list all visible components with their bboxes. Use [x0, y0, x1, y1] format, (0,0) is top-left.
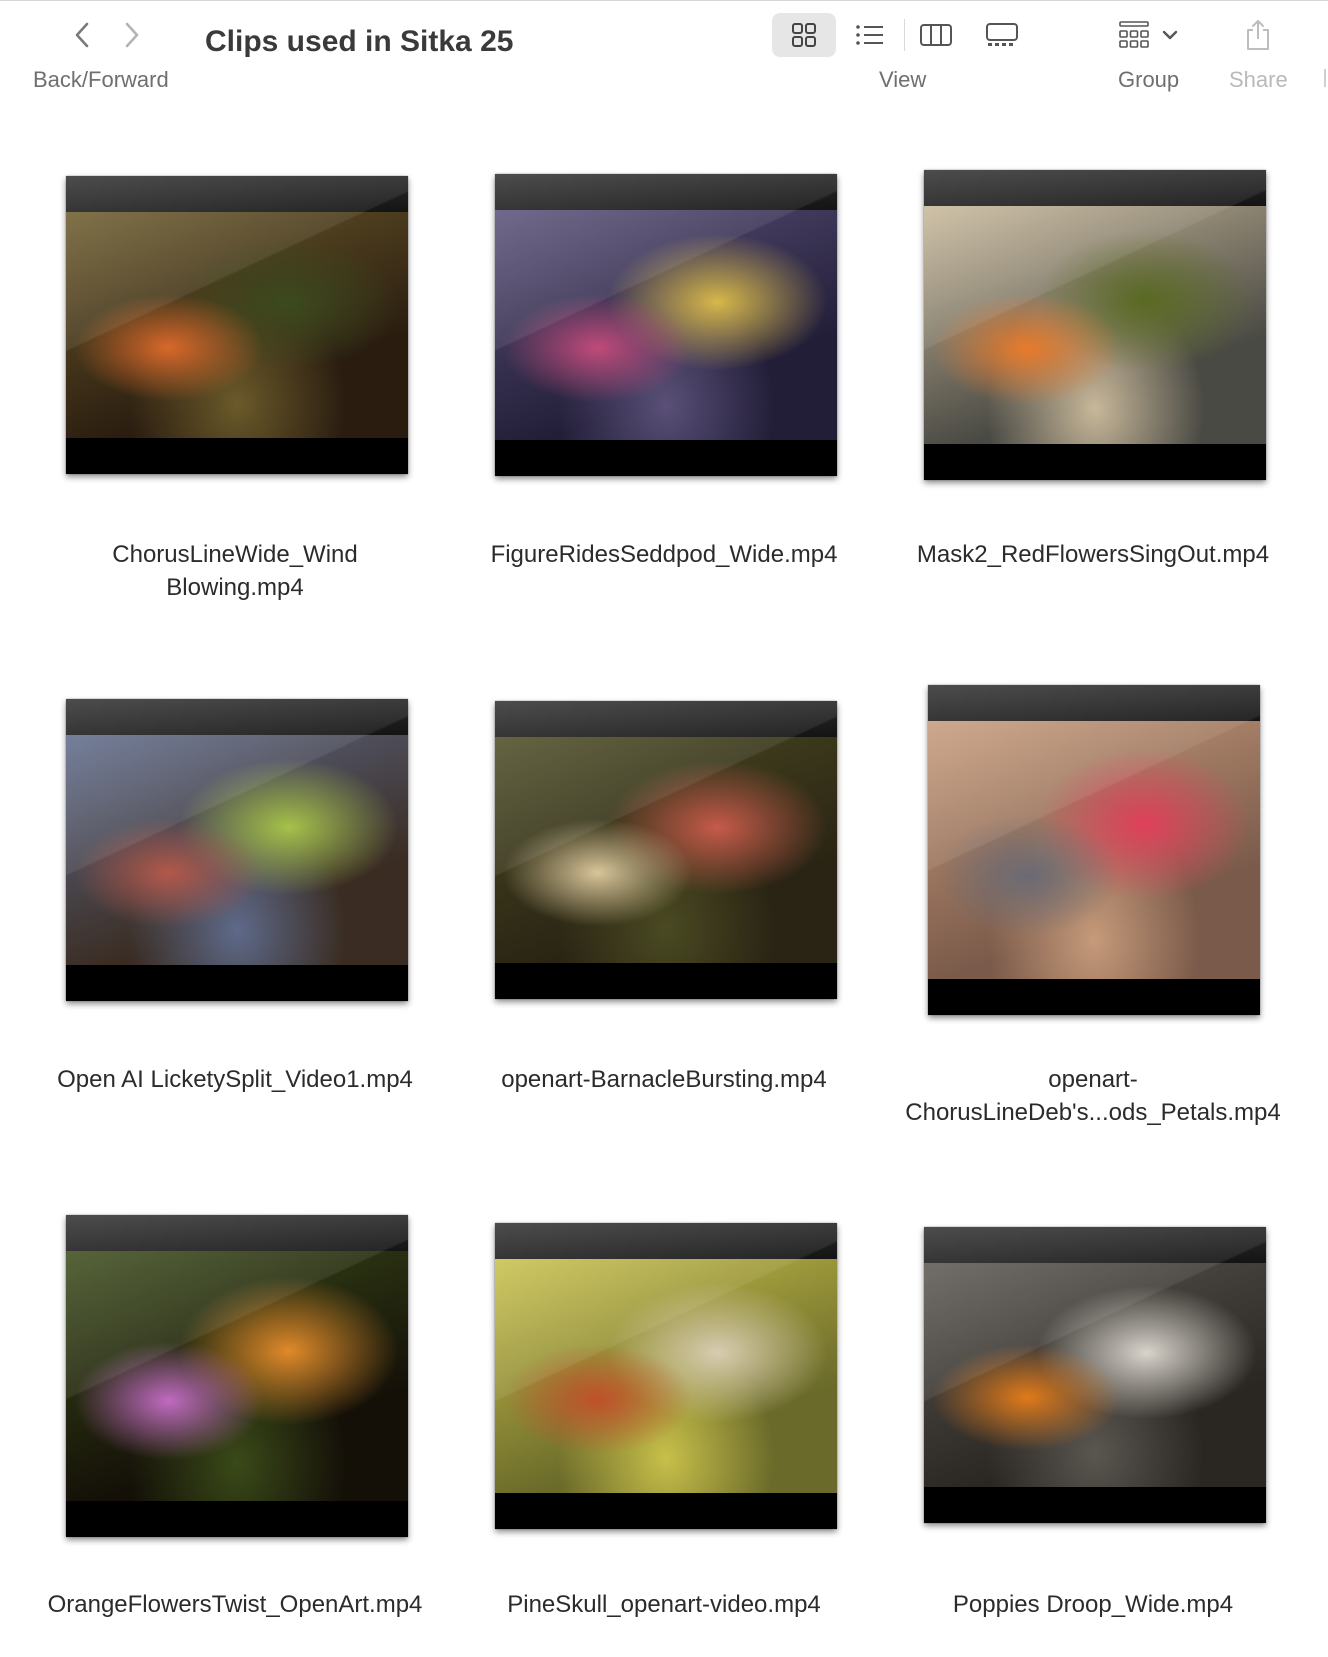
icon-view-button[interactable]: [772, 13, 836, 57]
window-title: Clips used in Sitka 25: [205, 25, 514, 58]
thumbnail-image: [495, 210, 837, 440]
thumbnail-image: [495, 1259, 837, 1493]
file-name[interactable]: openart- ChorusLineDeb's...ods_Petals.mp4: [883, 1063, 1303, 1129]
toolbar: Back/Forward Clips used in Sitka 25 View…: [0, 1, 1328, 121]
file-name-line: Open AI LicketySplit_Video1.mp4: [57, 1066, 413, 1093]
gallery-view-button[interactable]: [970, 13, 1034, 57]
video-thumbnail[interactable]: [495, 1223, 837, 1529]
chevron-right-icon: [125, 22, 139, 48]
finder-window: Back/Forward Clips used in Sitka 25 View…: [0, 0, 1328, 1657]
toolbar-overflow-edge: [1324, 69, 1326, 87]
file-name-line: OrangeFlowersTwist_OpenArt.mp4: [47, 1591, 423, 1618]
letterbox-top: [495, 174, 837, 210]
gallery-icon: [986, 23, 1018, 46]
file-name-line: PineSkull_openart-video.mp4: [507, 1591, 821, 1618]
file-name[interactable]: FigureRidesSeddpod_Wide.mp4: [454, 538, 874, 571]
video-thumbnail[interactable]: [924, 1227, 1266, 1523]
file-name[interactable]: openart-BarnacleBursting.mp4: [454, 1063, 874, 1096]
group-icon: [1119, 21, 1149, 48]
file-name[interactable]: Open AI LicketySplit_Video1.mp4: [25, 1063, 445, 1096]
file-name[interactable]: ChorusLineWide_Wind Blowing.mp4: [25, 538, 445, 604]
forward-button[interactable]: [112, 15, 152, 55]
video-thumbnail[interactable]: [928, 685, 1260, 1015]
group-label: Group: [1118, 67, 1180, 92]
list-icon: [856, 25, 883, 45]
chevron-down-icon: [1162, 30, 1178, 40]
back-forward-label: Back/Forward: [33, 67, 169, 92]
file-name-line: Mask2_RedFlowersSingOut.mp4: [916, 541, 1270, 568]
thumbnail-image: [928, 721, 1260, 979]
letterbox-top: [924, 170, 1266, 206]
thumbnail-image: [924, 206, 1266, 444]
share-button[interactable]: [1236, 13, 1280, 57]
thumbnail-image: [924, 1263, 1266, 1487]
video-thumbnail[interactable]: [495, 174, 837, 476]
video-thumbnail[interactable]: [66, 1215, 408, 1537]
video-thumbnail[interactable]: [66, 699, 408, 1001]
file-name-line: openart-: [1048, 1066, 1138, 1093]
back-button[interactable]: [62, 15, 102, 55]
thumbnail-image: [66, 212, 408, 438]
thumbnail-image: [66, 1251, 408, 1501]
file-name-line: Blowing.mp4: [166, 574, 304, 601]
list-view-button[interactable]: [838, 13, 902, 57]
letterbox-top: [495, 701, 837, 737]
video-thumbnail[interactable]: [924, 170, 1266, 480]
group-button[interactable]: [1118, 15, 1190, 55]
icon-grid-icon: [792, 23, 816, 47]
video-thumbnail[interactable]: [495, 701, 837, 999]
letterbox-top: [66, 176, 408, 212]
video-thumbnail[interactable]: [66, 176, 408, 474]
letterbox-top: [66, 1215, 408, 1251]
share-icon: [1247, 20, 1269, 50]
letterbox-top: [928, 685, 1260, 721]
column-view-button[interactable]: [904, 13, 968, 57]
file-name[interactable]: Poppies Droop_Wide.mp4: [883, 1588, 1303, 1621]
columns-icon: [920, 24, 952, 46]
letterbox-top: [495, 1223, 837, 1259]
file-name-line: Poppies Droop_Wide.mp4: [952, 1591, 1234, 1618]
share-label: Share: [1229, 67, 1288, 92]
file-name[interactable]: Mask2_RedFlowersSingOut.mp4: [883, 538, 1303, 571]
file-name-line: openart-BarnacleBursting.mp4: [501, 1066, 827, 1093]
file-name-line: FigureRidesSeddpod_Wide.mp4: [490, 541, 838, 568]
file-name-line: ChorusLineDeb's...ods_Petals.mp4: [905, 1099, 1281, 1126]
thumbnail-image: [495, 737, 837, 963]
view-label: View: [879, 67, 927, 92]
file-name[interactable]: PineSkull_openart-video.mp4: [454, 1588, 874, 1621]
file-name-line: ChorusLineWide_Wind: [112, 541, 358, 568]
file-name[interactable]: OrangeFlowersTwist_OpenArt.mp4: [25, 1588, 445, 1621]
letterbox-top: [924, 1227, 1266, 1263]
thumbnail-image: [66, 735, 408, 965]
letterbox-top: [66, 699, 408, 735]
chevron-left-icon: [75, 22, 89, 48]
